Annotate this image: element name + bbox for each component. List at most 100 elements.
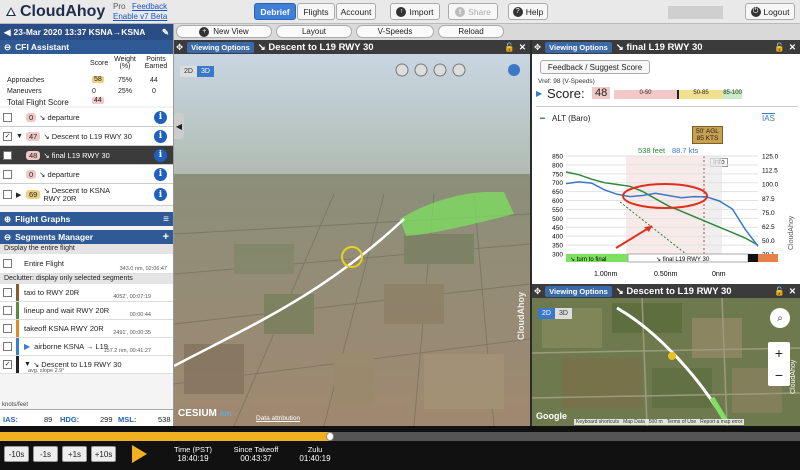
maneuver-row[interactable]: ▶ 69 ↘ Descent to KSNA RWY 20R i [0,184,173,206]
move-icon[interactable]: ✥ [534,42,541,53]
plus-icon[interactable]: + [163,231,169,243]
cfi-assistant-header[interactable]: ⊖ CFI Assistant [0,40,173,54]
map-2d-button[interactable]: 2D [538,308,555,319]
alt-legend-swatch: ━ [540,114,545,123]
segment-checkbox[interactable] [3,342,12,351]
map-3d-button[interactable]: 3D [554,308,572,319]
feedback-suggest-score-button[interactable]: Feedback / Suggest Score [540,60,650,74]
flight-graphs-header[interactable]: ⊕ Flight Graphs ≡ [0,212,173,226]
maneuver-row[interactable]: ✓ ▼ 47 ↘ Descent to L19 RWY 30 i [0,127,173,146]
back-1s-button[interactable]: -1s [33,446,58,462]
score-range-mid: 50-85 [677,90,724,99]
play-icon[interactable] [132,445,147,463]
map-dimension-toggle[interactable]: 2D 3D [538,308,572,319]
help-button[interactable]: ? Help [508,3,548,20]
keyboard-shortcuts-link[interactable]: Keyboard shortcuts [576,419,619,425]
segment-row[interactable]: ✓ ▼ ↘ Descent to L19 RWY 30 avg. slope 2.9° [0,356,173,374]
segment-checkbox[interactable]: ✓ [3,360,12,369]
map-panel[interactable]: ✥ Viewing Options ↘ Descent to L19 RWY 3… [532,284,800,426]
triangle-right-icon[interactable]: ▶ [536,89,542,98]
data-attribution-link[interactable]: Data attribution [256,415,300,422]
report-error-link[interactable]: Report a map error [700,419,742,425]
zoom-in-icon[interactable]: + [768,342,790,364]
layout-button[interactable]: Layout [276,25,352,38]
profile-chart[interactable]: 850800 750 700 650 600 550 500 450 400 350 300 125… [536,150,798,286]
timeline-track[interactable] [0,432,800,441]
move-icon[interactable]: ✥ [534,286,541,297]
minus-icon: ⊖ [4,231,12,242]
maneuver-label: ↘ Descent to KSNA RWY 20R [43,185,110,203]
timeline-handle[interactable] [326,432,334,441]
mode-3d-button[interactable]: 3D [196,66,214,77]
feedback-link[interactable]: Feedback [132,2,167,11]
account-tab[interactable]: Account [336,3,376,20]
debrief-tab[interactable]: Debrief [254,3,296,20]
close-icon[interactable]: ✕ [789,286,796,297]
viewing-options-button[interactable]: Viewing Options [545,41,612,53]
unlock-icon[interactable]: 🔓 [504,42,515,53]
close-icon[interactable]: ✕ [789,42,796,53]
zoom-controls[interactable]: + − [768,342,790,386]
segment-checkbox[interactable] [3,324,12,333]
maneuver-row-selected[interactable]: ✓ 48 ↘ final L19 RWY 30 i [0,146,173,165]
vspeeds-button[interactable]: V-Speeds [356,25,434,38]
import-button[interactable]: ↑ Import [390,3,440,20]
dimension-toggle[interactable]: 2D 3D [180,66,214,77]
viewing-options-button[interactable]: Viewing Options [545,285,612,297]
segment-row[interactable]: ▶ airborne KSNA → L19 157.2 nm, 00:41:27 [0,338,173,356]
maneuver-checkbox[interactable] [3,190,12,199]
segment-checkbox[interactable] [3,288,12,297]
maneuver-checkbox[interactable]: ✓ [3,150,12,160]
segment-row[interactable]: taxi to RWY 20R 4052', 00:07:19 [0,284,173,302]
segments-manager-header[interactable]: ⊖ Segments Manager + [0,230,173,244]
maneuver-checkbox[interactable]: ✓ [3,131,12,141]
enable-beta-link[interactable]: Enable v7 Beta [113,12,167,21]
info-icon[interactable]: i [154,167,167,181]
move-icon[interactable]: ✥ [176,42,183,53]
forward-1s-button[interactable]: +1s [62,446,87,462]
terrain-3d-scene[interactable] [174,54,530,426]
flights-tab[interactable]: Flights [297,3,335,20]
info-icon[interactable]: i [154,148,167,162]
collapse-left-panel-tab[interactable]: ◀ [174,113,184,139]
new-view-button[interactable]: + New View [176,25,272,38]
triangle-down-icon[interactable]: ▼ [16,133,26,140]
map-search-icon[interactable]: ⌕ [770,308,790,328]
view-3d-panel[interactable]: ✥ Viewing Options ↘ Descent to L19 RWY 3… [174,40,530,426]
reload-button[interactable]: Reload [438,25,504,38]
edit-pencil-icon[interactable]: ✎ [162,27,169,38]
close-icon[interactable]: ✕ [519,42,526,53]
since-label: Since Takeoff [233,445,279,454]
info-icon[interactable]: i [154,110,167,124]
map-data-link[interactable]: Map Data [623,419,645,425]
maneuver-checkbox[interactable] [3,169,12,179]
logout-button[interactable]: ⏻ Logout [745,3,795,20]
maneuver-row[interactable]: 0 ↘ departure i [0,108,173,127]
segment-entire-flight[interactable]: Entire Flight 343.0 nm, 02:06:47 [0,254,173,274]
chevron-left-icon[interactable]: ◀ [4,27,11,38]
segment-row[interactable]: lineup and wait RWY 20R 00:00:44 [0,302,173,320]
status-bar: knots/feet IAS: 89 HDG: 299 MSL: 538 [0,402,173,426]
mode-2d-button[interactable]: 2D [180,66,197,77]
segment-row[interactable]: takeoff KSNA RWY 20R 2491', 00:00:35 [0,320,173,338]
menu-icon[interactable]: ≡ [163,214,169,225]
triangle-right-icon[interactable]: ▶ [24,342,30,351]
unlock-icon[interactable]: 🔓 [774,286,785,297]
satellite-map[interactable] [532,298,800,426]
flight-header[interactable]: ◀ 23-Mar 2020 13:37 KSNA→KSNA ✎ [0,24,173,40]
segment-checkbox[interactable] [3,259,12,268]
maneuver-row[interactable]: 0 ↘ departure i [0,165,173,184]
unlock-icon[interactable]: 🔓 [774,42,785,53]
zoom-out-icon[interactable]: − [768,364,790,386]
info-icon[interactable]: i [154,129,167,143]
share-button[interactable]: ⇪ Share [448,3,498,20]
triangle-right-icon[interactable]: ▶ [16,191,26,199]
triangle-down-icon[interactable]: ▼ [24,361,31,368]
segment-checkbox[interactable] [3,306,12,315]
viewing-options-button[interactable]: Viewing Options [187,41,254,53]
maneuver-checkbox[interactable] [3,112,12,122]
back-10s-button[interactable]: -10s [4,446,29,462]
forward-10s-button[interactable]: +10s [91,446,116,462]
info-icon[interactable]: i [154,188,167,201]
terms-link[interactable]: Terms of Use [667,419,696,425]
